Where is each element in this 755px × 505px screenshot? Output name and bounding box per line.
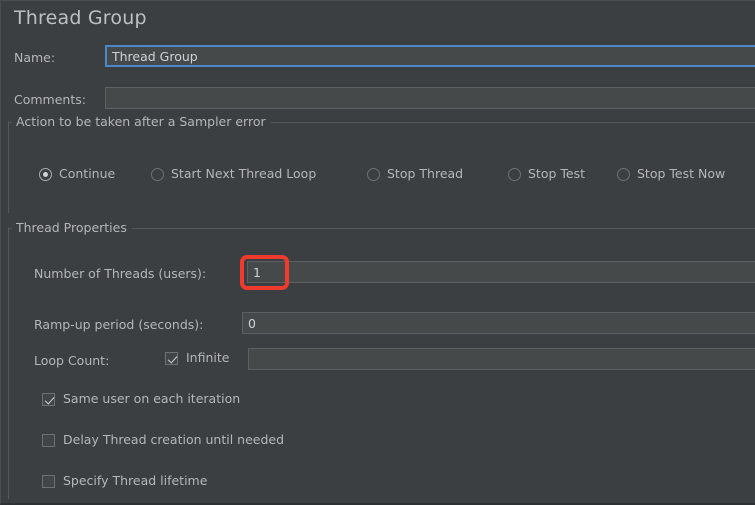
thread-properties-group-left-edge (8, 227, 9, 499)
radio-stop-test-now-icon (617, 168, 630, 181)
thread-properties-group-title: Thread Properties (12, 221, 132, 235)
radio-stop-thread-label: Stop Thread (387, 166, 464, 182)
specify-thread-lifetime-checkbox[interactable]: Specify Thread lifetime (42, 475, 207, 488)
loop-count-label: Loop Count: (34, 353, 110, 368)
page-title: Thread Group (14, 7, 147, 29)
radio-stop-test-label: Stop Test (528, 166, 586, 182)
radio-stop-thread-icon (367, 168, 380, 181)
loop-count-input[interactable] (248, 348, 755, 370)
delay-thread-creation-label: Delay Thread creation until needed (63, 432, 285, 448)
radio-stop-thread[interactable]: Stop Thread (367, 168, 463, 181)
radio-stop-test-now[interactable]: Stop Test Now (617, 168, 725, 181)
ramp-up-input[interactable]: 0 (242, 312, 755, 334)
radio-continue[interactable]: Continue (39, 168, 115, 181)
checkbox-checked-icon (165, 352, 178, 365)
specify-thread-lifetime-label: Specify Thread lifetime (63, 473, 208, 489)
radio-stop-test-icon (508, 168, 521, 181)
radio-start-next-thread-loop[interactable]: Start Next Thread Loop (151, 168, 316, 181)
number-of-threads-label: Number of Threads (users): (34, 266, 207, 281)
loop-count-infinite-label: Infinite (186, 350, 230, 366)
radio-start-next-thread-loop-icon (151, 168, 164, 181)
checkbox-unchecked-icon (42, 434, 55, 447)
sampler-error-group-left-edge (8, 121, 9, 213)
ramp-up-value: 0 (248, 315, 256, 331)
same-user-each-iteration-checkbox[interactable]: Same user on each iteration (42, 393, 240, 406)
same-user-each-iteration-label: Same user on each iteration (63, 391, 241, 407)
checkbox-unchecked-icon (42, 475, 55, 488)
radio-continue-icon (39, 168, 52, 181)
name-input-value: Thread Group (112, 48, 198, 64)
number-of-threads-value: 1 (253, 264, 261, 280)
ramp-up-label: Ramp-up period (seconds): (34, 317, 204, 332)
radio-continue-label: Continue (59, 166, 116, 182)
number-of-threads-input[interactable]: 1 (247, 261, 755, 283)
radio-stop-test[interactable]: Stop Test (508, 168, 585, 181)
radio-start-next-thread-loop-label: Start Next Thread Loop (171, 166, 317, 182)
comments-label: Comments: (14, 92, 86, 107)
name-label: Name: (14, 50, 56, 65)
sampler-error-group-title: Action to be taken after a Sampler error (12, 115, 271, 129)
name-input[interactable]: Thread Group (105, 45, 755, 67)
checkbox-checked-icon (42, 393, 55, 406)
radio-stop-test-now-label: Stop Test Now (637, 166, 726, 182)
thread-group-panel: Thread Group Name: Thread Group Comments… (0, 0, 755, 505)
loop-count-infinite-checkbox[interactable]: Infinite (165, 352, 229, 365)
delay-thread-creation-checkbox[interactable]: Delay Thread creation until needed (42, 434, 284, 447)
comments-input[interactable] (105, 87, 755, 109)
